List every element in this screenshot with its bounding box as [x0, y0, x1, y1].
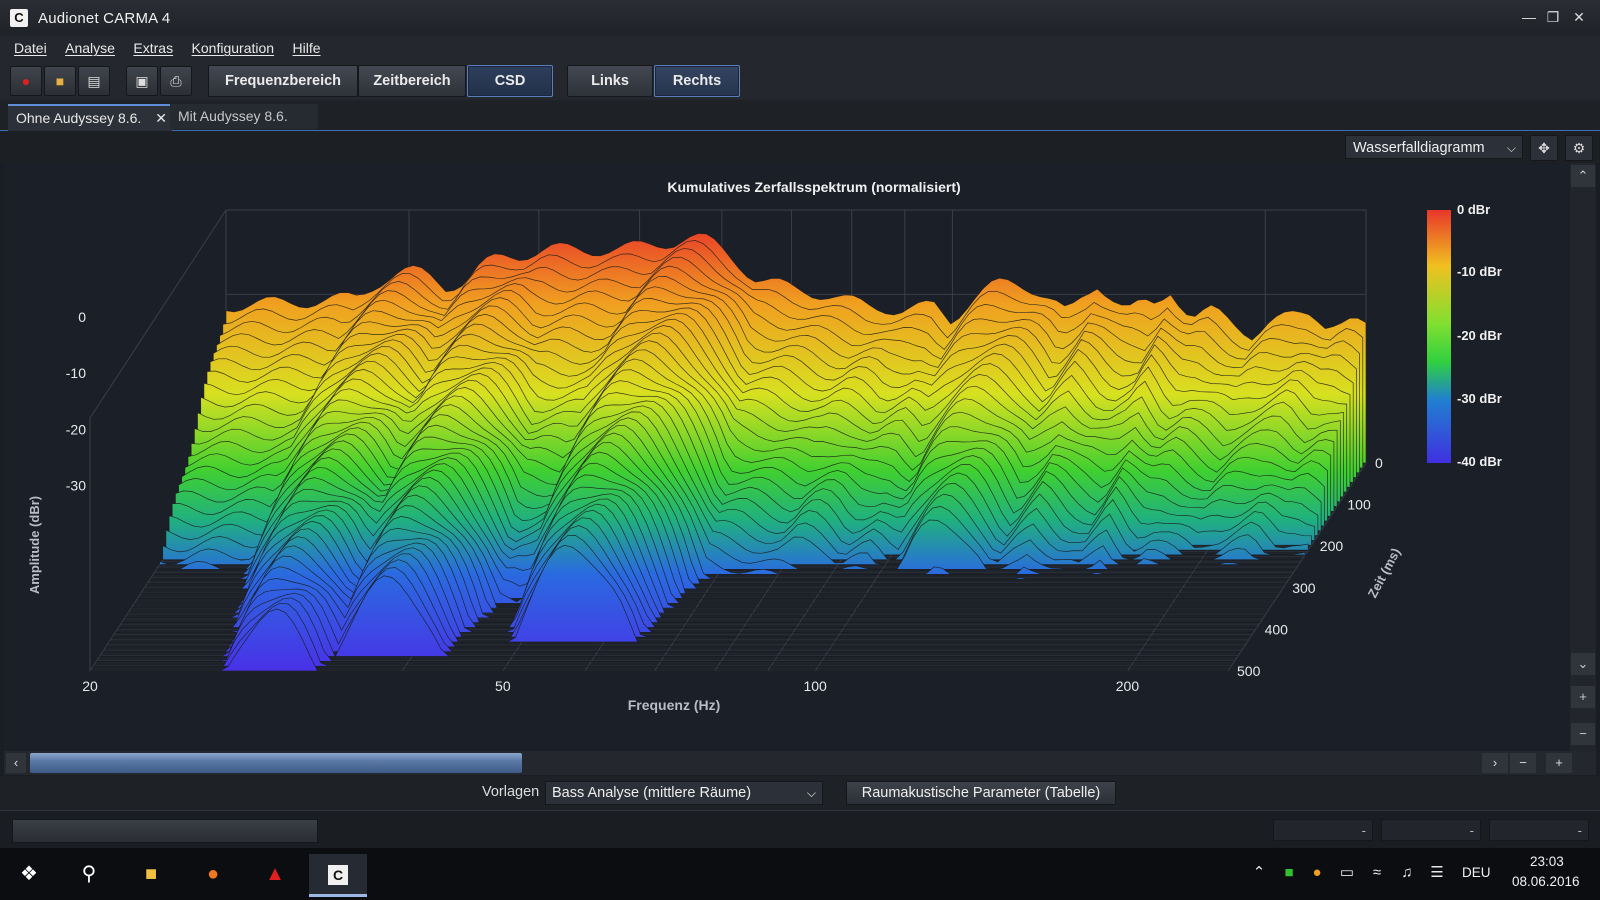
x-tick-label: 100 — [803, 678, 827, 694]
clock-date[interactable]: 08.06.2016 — [1512, 874, 1580, 889]
view-options-bar: Wasserfalldiagramm ⌵ ✥ ⚙ — [0, 131, 1600, 163]
app-tray-icon[interactable]: ■ — [1278, 862, 1300, 884]
rechts-button[interactable]: Rechts — [654, 65, 740, 97]
colorbar-label: 0 dBr — [1457, 202, 1490, 217]
z-tick-label: 400 — [1265, 621, 1289, 637]
z-tick-label: 100 — [1347, 497, 1371, 513]
menu-bar: Datei Analyse Extras Konfiguration Hilfe — [0, 36, 1600, 62]
close-icon[interactable]: ✕ — [1568, 8, 1590, 26]
scroll-up-icon[interactable]: ⌃ — [1571, 165, 1595, 187]
battery-icon[interactable]: ▭ — [1336, 862, 1358, 884]
minimize-icon[interactable]: — — [1518, 8, 1540, 26]
screenshot-icon[interactable]: ▣ — [126, 66, 158, 96]
vertical-scrollbar[interactable]: ⌃ ⌄ + − — [1570, 163, 1596, 751]
document-tab-bar: Ohne Audyssey 8.6. ✕ Mit Audyssey 8.6. — [0, 100, 1600, 131]
presets-select[interactable]: Bass Analyse (mittlere Räume) ⌵ — [545, 781, 823, 805]
chevron-down-icon: ⌵ — [1506, 141, 1516, 155]
wifi-icon[interactable]: ≈ — [1366, 862, 1388, 884]
print-icon[interactable]: ⎙ — [160, 66, 192, 96]
y-tick-label: 0 — [78, 309, 86, 325]
status-bar: - - - — [0, 810, 1600, 849]
y-tick-label: -20 — [66, 421, 86, 437]
windows-taskbar: ❖ ⚲ ■ ● ▲ C ⌃ ■ ● ▭ ≈ ♫ ☰ DEU 23:03 08.0… — [0, 848, 1600, 900]
csd-button[interactable]: CSD — [467, 65, 553, 97]
action-center-icon[interactable]: ☰ — [1426, 862, 1448, 884]
room-parameters-button[interactable]: Raumakustische Parameter (Tabelle) — [846, 781, 1116, 805]
update-tray-icon[interactable]: ● — [1306, 862, 1328, 884]
menu-analyse[interactable]: Analyse — [65, 40, 115, 56]
colorbar-label: -40 dBr — [1457, 454, 1502, 469]
status-cell: - — [1273, 819, 1373, 841]
open-folder-icon[interactable]: ■ — [44, 66, 76, 96]
menu-konfiguration[interactable]: Konfiguration — [192, 40, 275, 56]
tab-close-icon[interactable]: ✕ — [155, 106, 167, 131]
frequenzbereich-button[interactable]: Frequenzbereich — [208, 65, 358, 97]
zeitbereich-button[interactable]: Zeitbereich — [358, 65, 466, 97]
colorbar — [1427, 210, 1451, 463]
waterfall-chart-panel: 20 50 100 200 0 -10 -20 -30 0 100 200 300 400 500 Kum… — [4, 163, 1570, 751]
chevron-down-icon: ⌵ — [806, 786, 816, 800]
z-axis-label: Zeit (ms) — [1365, 545, 1404, 600]
chevron-up-icon[interactable]: ⌃ — [1248, 862, 1270, 884]
zoom-in-icon[interactable]: + — [1571, 686, 1595, 708]
horizontal-scrollbar[interactable]: ‹ › − + — [4, 751, 1596, 775]
scroll-left-icon[interactable]: ‹ — [6, 753, 26, 773]
zoom-out-icon[interactable]: − — [1571, 723, 1595, 745]
menu-extras[interactable]: Extras — [133, 40, 173, 56]
acrobat-icon[interactable]: ▲ — [246, 854, 304, 894]
links-button[interactable]: Links — [567, 65, 653, 97]
waterfall-chart: 20 50 100 200 0 -10 -20 -30 0 100 200 300 400 500 Kum… — [27, 179, 1502, 713]
app-icon: C — [10, 9, 28, 27]
x-tick-label: 50 — [495, 678, 511, 694]
title-bar: C Audionet CARMA 4 — ❐ ✕ — [0, 0, 1600, 37]
x-tick-label: 200 — [1116, 678, 1140, 694]
h-zoom-out-icon[interactable]: − — [1510, 753, 1536, 773]
scroll-right-icon[interactable]: › — [1482, 753, 1508, 773]
chart-type-select[interactable]: Wasserfalldiagramm ⌵ — [1345, 135, 1523, 159]
x-axis-label: Frequenz (Hz) — [628, 697, 721, 713]
status-cell: - — [1381, 819, 1481, 841]
firefox-icon[interactable]: ● — [184, 854, 242, 894]
toolbar: ● ■ ▤ ▣ ⎙ Frequenzbereich Zeitbereich CS… — [0, 62, 1600, 101]
tab-label: Ohne Audyssey 8.6. — [16, 110, 142, 126]
scroll-down-icon[interactable]: ⌄ — [1571, 653, 1595, 675]
z-tick-label: 0 — [1375, 455, 1383, 471]
z-tick-label: 200 — [1320, 538, 1344, 554]
move-icon[interactable]: ✥ — [1530, 135, 1558, 161]
menu-datei[interactable]: Datei — [14, 40, 47, 56]
z-tick-label: 300 — [1292, 580, 1316, 596]
y-tick-label: -10 — [66, 365, 86, 381]
status-cell: - — [1489, 819, 1589, 841]
save-icon[interactable]: ▤ — [78, 66, 110, 96]
presets-label: Vorlagen — [482, 784, 540, 800]
tab-mit-audyssey[interactable]: Mit Audyssey 8.6. — [170, 104, 318, 129]
menu-hilfe[interactable]: Hilfe — [293, 40, 321, 56]
progress-bar — [12, 819, 318, 843]
carma-icon[interactable]: C — [309, 854, 367, 897]
windows-start-icon[interactable]: ❖ — [0, 854, 58, 894]
record-icon[interactable]: ● — [10, 66, 42, 96]
h-zoom-in-icon[interactable]: + — [1546, 753, 1572, 773]
x-tick-label: 20 — [82, 678, 98, 694]
volume-icon[interactable]: ♫ — [1396, 862, 1418, 884]
clock-time[interactable]: 23:03 — [1530, 854, 1564, 869]
gear-icon[interactable]: ⚙ — [1565, 135, 1593, 161]
tab-ohne-audyssey[interactable]: Ohne Audyssey 8.6. ✕ — [8, 104, 172, 131]
chart-type-value: Wasserfalldiagramm — [1353, 140, 1485, 156]
presets-bar: Vorlagen Bass Analyse (mittlere Räume) ⌵… — [0, 776, 1600, 810]
input-language[interactable]: DEU — [1462, 865, 1491, 880]
colorbar-label: -10 dBr — [1457, 264, 1502, 279]
z-tick-label: 500 — [1237, 663, 1261, 679]
presets-value: Bass Analyse (mittlere Räume) — [552, 785, 752, 801]
scroll-thumb[interactable] — [30, 753, 522, 773]
file-explorer-icon[interactable]: ■ — [122, 854, 180, 894]
colorbar-label: -20 dBr — [1457, 328, 1502, 343]
chart-title: Kumulatives Zerfallsspektrum (normalisie… — [667, 179, 960, 195]
restore-icon[interactable]: ❐ — [1542, 8, 1564, 26]
colorbar-label: -30 dBr — [1457, 391, 1502, 406]
y-tick-label: -30 — [66, 478, 86, 494]
window-title: Audionet CARMA 4 — [38, 10, 171, 27]
y-axis-label: Amplitude (dBr) — [27, 496, 42, 594]
search-icon[interactable]: ⚲ — [60, 854, 118, 894]
